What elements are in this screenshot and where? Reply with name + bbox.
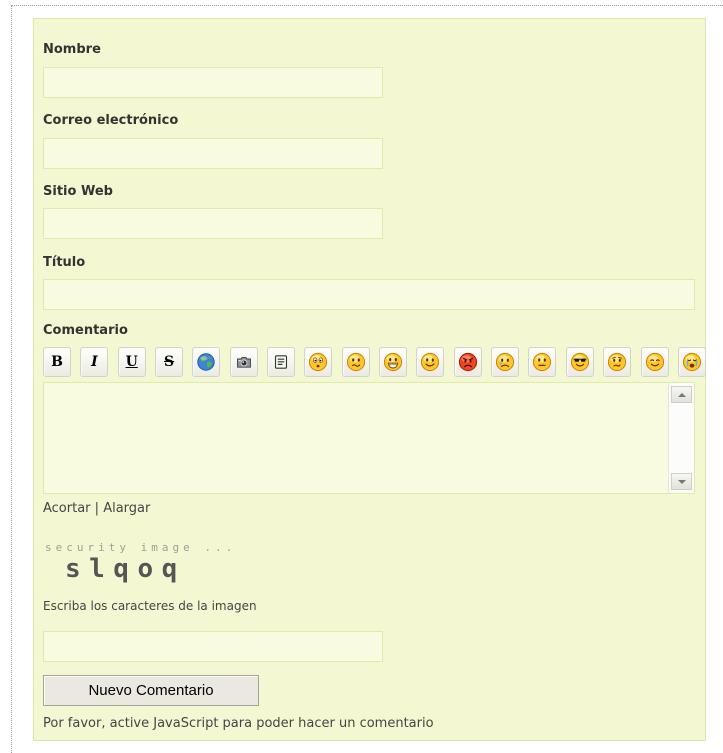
note-icon [275, 355, 288, 369]
grin-smiley-icon [383, 352, 403, 372]
smiley-worried-button[interactable] [603, 347, 632, 377]
arrow-up-icon [677, 392, 686, 397]
smiley-angry-button[interactable] [453, 347, 482, 377]
captcha-input[interactable] [43, 631, 383, 662]
resize-separator: | [94, 501, 100, 516]
comment-textarea[interactable] [44, 383, 668, 493]
happy-smiley-icon [421, 352, 440, 372]
smiley-cool-button[interactable] [565, 347, 594, 377]
cool-smiley-icon [570, 352, 589, 372]
captcha-text: slqoq [65, 554, 186, 584]
email-input[interactable] [43, 138, 383, 169]
comment-textarea-box [43, 382, 695, 494]
surprised-smiley-icon [309, 352, 328, 372]
shorten-link[interactable]: Acortar [43, 501, 91, 516]
arrow-down-icon [677, 479, 686, 484]
scroll-down-button[interactable] [671, 473, 692, 490]
email-label: Correo electrónico [43, 113, 179, 128]
lengthen-link[interactable]: Alargar [103, 501, 150, 516]
strikethrough-icon: S [163, 354, 175, 370]
camera-icon [236, 356, 251, 368]
submit-comment-button[interactable]: Nuevo Comentario [43, 675, 259, 706]
resize-links: Acortar | Alargar [43, 501, 150, 517]
insert-link-button[interactable] [192, 347, 221, 377]
smiley-surprised-button[interactable] [304, 347, 333, 377]
bold-icon: B [51, 354, 63, 370]
sad-smiley-icon [496, 352, 515, 372]
title-label: Título [43, 255, 86, 270]
angry-smiley-icon [458, 352, 477, 372]
insert-image-button[interactable] [229, 347, 258, 377]
comment-form: Nombre Correo electrónico Sitio Web Títu… [33, 18, 706, 741]
italic-button[interactable]: I [80, 347, 109, 377]
website-label: Sitio Web [43, 184, 113, 199]
smiley-sad-button[interactable] [491, 347, 520, 377]
scroll-up-button[interactable] [671, 386, 692, 403]
captcha-caption: security image ... [45, 541, 237, 554]
confused-smiley-icon [346, 352, 365, 372]
smiley-smile-button[interactable] [640, 347, 669, 377]
captcha-instructions: Escriba los caracteres de la imagen [43, 599, 257, 613]
insert-quote-button[interactable] [267, 347, 296, 377]
underline-icon: U [125, 354, 138, 370]
javascript-notice: Por favor, active JavaScript para poder … [43, 716, 434, 731]
comment-label: Comentario [43, 323, 128, 338]
name-label: Nombre [43, 42, 101, 57]
formatting-toolbar: B I U S [43, 347, 708, 377]
strikethrough-button[interactable]: S [155, 347, 184, 377]
neutral-smiley-icon [533, 352, 552, 372]
smiley-happy-button[interactable] [416, 347, 445, 377]
smile-smiley-icon [645, 352, 664, 372]
italic-icon: I [91, 354, 98, 370]
globe-icon [197, 353, 216, 371]
crying-smiley-icon [682, 352, 701, 372]
name-input[interactable] [43, 67, 383, 98]
comment-scrollbar[interactable] [668, 383, 694, 493]
underline-button[interactable]: U [117, 347, 146, 377]
worried-smiley-icon [608, 352, 627, 372]
bold-button[interactable]: B [43, 347, 71, 377]
title-input[interactable] [43, 279, 695, 310]
smiley-crying-button[interactable] [677, 347, 706, 377]
smiley-grin-button[interactable] [379, 347, 408, 377]
smiley-confused-button[interactable] [341, 347, 370, 377]
captcha-image: security image ... slqoq [45, 541, 255, 603]
smiley-neutral-button[interactable] [528, 347, 557, 377]
website-input[interactable] [43, 208, 383, 239]
